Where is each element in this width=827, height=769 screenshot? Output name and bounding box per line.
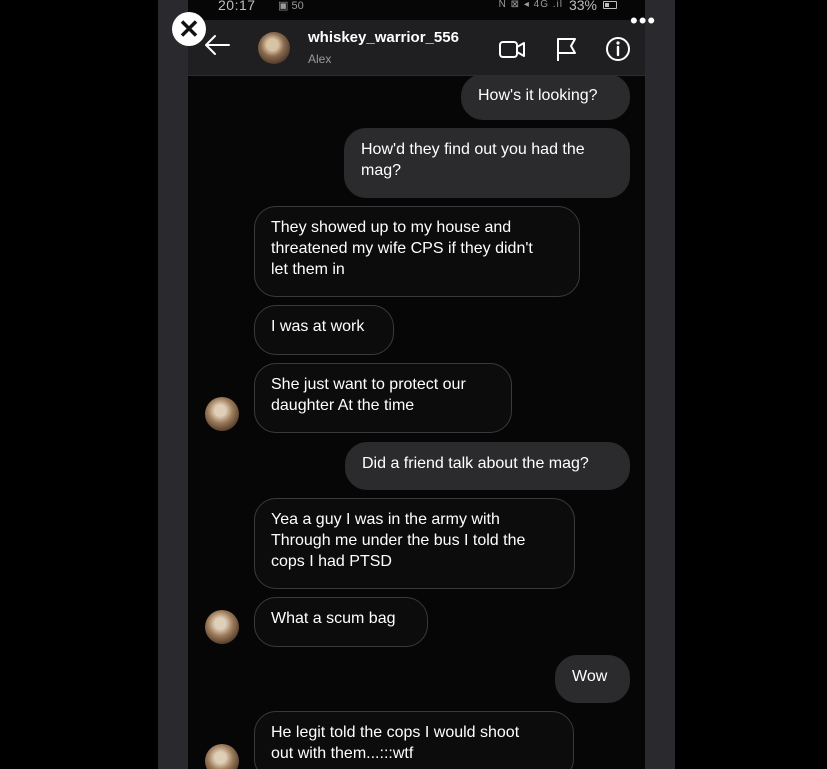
back-arrow-icon[interactable] (202, 30, 232, 60)
status-time: 20:17 (218, 0, 256, 13)
message-bubble-outgoing: How'd they find out you had the mag? (344, 128, 630, 198)
message-bubble-incoming: I was at work (254, 305, 394, 355)
chat-header: whiskey_warrior_556 Alex (188, 20, 645, 76)
chat-display-name: Alex (308, 52, 332, 66)
battery-percent: 33% (568, 0, 597, 13)
sender-avatar[interactable] (205, 397, 239, 431)
chat-username[interactable]: whiskey_warrior_556 (308, 29, 459, 46)
close-button[interactable]: ✕ (172, 12, 206, 46)
status-bar: 20:17 ▣ 50 N ⊠ ◂ 4G .il 33% (188, 0, 645, 20)
signal-icons: N ⊠ ◂ 4G .il (498, 0, 563, 10)
notification-icons: ▣ 50 (278, 0, 304, 12)
video-camera-icon[interactable] (498, 35, 526, 63)
battery-icon (603, 1, 617, 9)
message-bubble-outgoing: Did a friend talk about the mag? (345, 442, 630, 490)
avatar[interactable] (258, 32, 290, 64)
message-bubble-outgoing: How's it looking? (461, 74, 630, 120)
message-bubble-incoming: They showed up to my house and threatene… (254, 206, 580, 297)
more-options-icon[interactable]: ••• (630, 10, 656, 32)
info-icon[interactable] (604, 35, 632, 63)
message-bubble-incoming: She just want to protect our daughter At… (254, 363, 512, 433)
message-bubble-outgoing: Wow (555, 655, 630, 703)
message-bubble-incoming: Yea a guy I was in the army with Through… (254, 498, 575, 589)
sender-avatar[interactable] (205, 610, 239, 644)
chat-screen: They showed up to my house and threatene… (188, 0, 645, 769)
message-bubble-incoming: He legit told the cops I would shoot out… (254, 711, 574, 769)
status-right-group: N ⊠ ◂ 4G .il 33% (499, 0, 617, 12)
message-bubble-incoming: What a scum bag (254, 597, 428, 647)
sender-avatar[interactable] (205, 744, 239, 769)
screenshot-stage: They showed up to my house and threatene… (0, 0, 827, 769)
flag-icon[interactable] (553, 35, 581, 63)
